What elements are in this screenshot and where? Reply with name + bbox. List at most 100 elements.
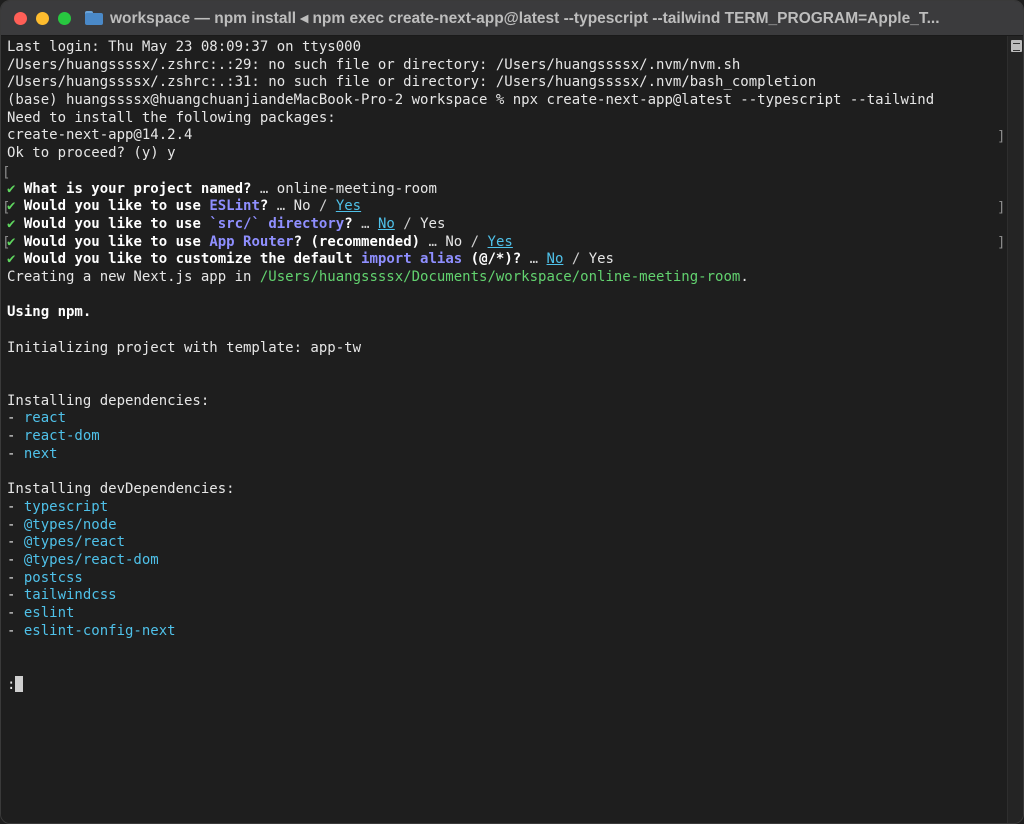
using-npm-line: Using npm. [7, 304, 92, 321]
terminal-output[interactable]: [ [ [ ] ] ] Last login: Thu May 23 08:09… [1, 36, 1007, 823]
package-item: - tailwindcss [7, 587, 934, 605]
bullet: - [7, 445, 24, 462]
bullet: - [7, 587, 24, 604]
package-name: @types/react-dom [23, 551, 159, 568]
scroll-menu-icon[interactable] [1011, 40, 1022, 52]
output-line: Last login: Thu May 23 08:09:37 on ttys0… [7, 39, 362, 55]
question-text: Would you like to customize the default [23, 251, 353, 268]
dev-dependency-list: - typescript - @types/node - @types/react -… [7, 499, 934, 641]
question-suffix: ? [344, 215, 353, 232]
separator: … [428, 233, 437, 250]
creating-text: Creating a new Next.js app in [7, 268, 252, 285]
line-marker-right: ] [997, 200, 1006, 216]
text-cursor [15, 675, 24, 692]
option-separator: / [470, 233, 480, 250]
option-no-selected: No [377, 215, 395, 232]
separator: … [361, 215, 370, 232]
dependency-list: - react - react-dom - next [7, 410, 934, 463]
separator: … [259, 180, 269, 197]
option-yes-selected: Yes [487, 233, 513, 250]
question-highlight: ESLint [209, 198, 260, 215]
close-button[interactable] [14, 11, 27, 25]
bullet: - [7, 498, 24, 515]
package-item: - @types/react-dom [7, 552, 934, 570]
bullet: - [7, 428, 24, 445]
prompt-import-alias: ✔ Would you like to customize the defaul… [7, 251, 934, 269]
bullet: - [7, 622, 24, 639]
minimize-button[interactable] [36, 11, 49, 25]
output-line: create-next-app@14.2.4 [7, 127, 193, 144]
question-highlight: `src/` directory [209, 215, 345, 232]
bullet: - [7, 516, 24, 533]
package-item: - typescript [7, 499, 934, 517]
separator: … [529, 251, 539, 268]
prompt-app-router: ✔ Would you like to use App Router? (rec… [7, 234, 934, 252]
prompt-src-directory: ✔ Would you like to use `src/` directory… [7, 216, 934, 234]
question-highlight: import alias [361, 251, 463, 268]
package-item: - react-dom [7, 428, 934, 446]
option-no: No [445, 233, 463, 250]
pager-prompt[interactable]: : [7, 675, 934, 694]
creating-line: Creating a new Next.js app in /Users/hua… [7, 269, 934, 287]
question-suffix: (@/*)? [470, 251, 522, 268]
initializing-line: Initializing project with template: app-… [7, 339, 362, 356]
option-no: No [293, 198, 311, 215]
prompt-eslint: ✔ Would you like to use ESLint? … No / Y… [7, 198, 934, 216]
terminal-lines: Last login: Thu May 23 08:09:37 on ttys0… [7, 39, 934, 693]
option-separator: / [403, 215, 412, 232]
package-name: eslint [23, 605, 75, 621]
question-text: Would you like to use [23, 233, 201, 250]
package-name: next [23, 445, 58, 462]
question-text: What is your project named? [23, 180, 252, 197]
package-item: - eslint [7, 605, 934, 623]
folder-icon [85, 11, 103, 25]
package-name: @types/node [23, 516, 117, 533]
window-controls [14, 11, 71, 25]
option-separator: / [571, 251, 581, 268]
question-suffix: ? [259, 198, 269, 215]
question-suffix: ? (recommended) [293, 233, 421, 250]
prompt-char: : [7, 676, 16, 693]
package-item: - next [7, 446, 934, 464]
option-no-selected: No [546, 251, 564, 268]
package-name: eslint-config-next [23, 622, 176, 639]
question-highlight: App Router [209, 233, 294, 250]
deps-header: Installing dependencies: [7, 392, 210, 409]
title-bar[interactable]: workspace — npm install ◂ npm exec creat… [1, 1, 1023, 36]
output-line: /Users/huangssssx/.zshrc:.:31: no such f… [7, 74, 817, 91]
bullet: - [7, 551, 24, 568]
package-name: react [23, 410, 67, 427]
option-yes: Yes [588, 251, 614, 268]
window-title: workspace — npm install ◂ npm exec creat… [110, 9, 940, 27]
package-item: - postcss [7, 570, 934, 588]
question-text: Would you like to use [23, 198, 201, 215]
package-name: tailwindcss [23, 587, 117, 604]
scrollbar[interactable] [1007, 36, 1023, 823]
bullet: - [7, 605, 24, 621]
package-name: @types/react [23, 534, 126, 551]
package-name: react-dom [23, 428, 100, 445]
check-icon: ✔ [7, 198, 16, 215]
question-text: Would you like to use [23, 215, 201, 232]
zoom-button[interactable] [58, 11, 71, 25]
check-icon: ✔ [7, 215, 16, 232]
command-line: (base) huangssssx@huangchuanjiandeMacBoo… [7, 92, 935, 109]
bullet: - [7, 410, 24, 427]
option-yes: Yes [420, 215, 446, 232]
devdeps-header: Installing devDependencies: [7, 481, 235, 498]
output-line: Ok to proceed? (y) y [7, 145, 176, 162]
project-path: /Users/huangssssx/Documents/workspace/on… [259, 268, 741, 285]
option-yes-selected: Yes [335, 198, 362, 215]
package-name: typescript [23, 498, 109, 515]
package-item: - react [7, 410, 934, 428]
line-marker-right: ] [997, 235, 1006, 251]
package-item: - eslint-config-next [7, 623, 934, 641]
separator: … [276, 198, 286, 215]
